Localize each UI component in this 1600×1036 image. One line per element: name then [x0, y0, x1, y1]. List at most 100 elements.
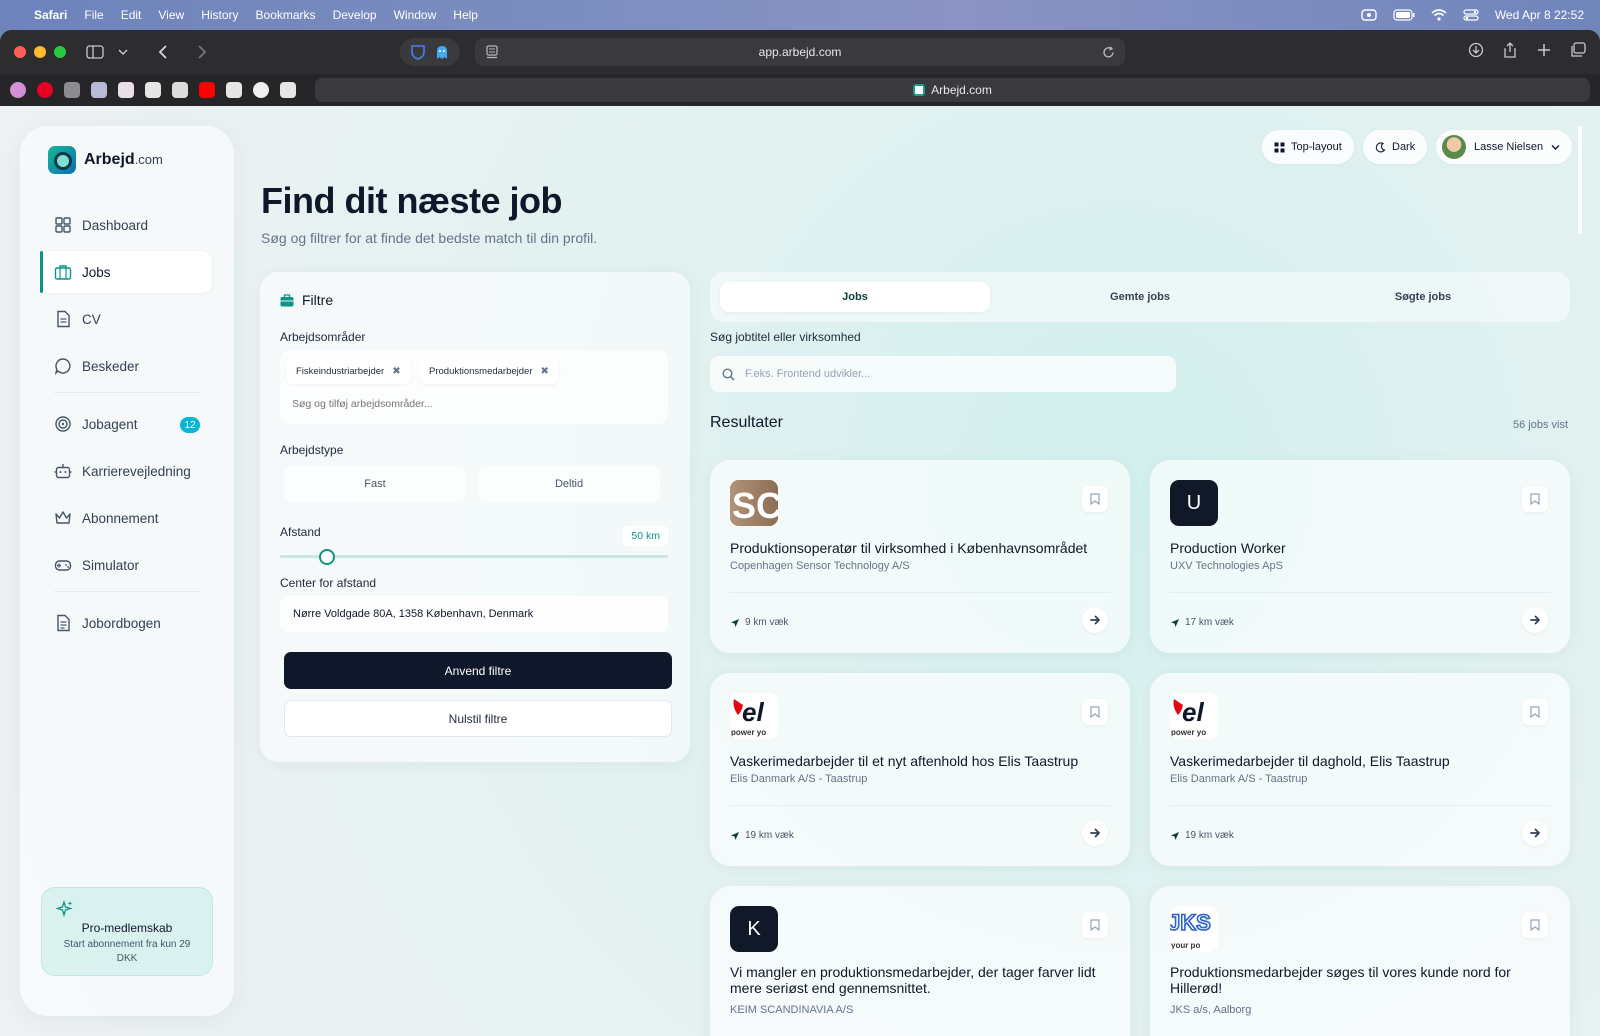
dark-mode-toggle[interactable]: Dark [1363, 130, 1428, 164]
job-card[interactable]: U Production Worker UXV Technologies ApS… [1150, 460, 1570, 653]
job-title[interactable]: Produktionsoperatør til virksomhed i Køb… [730, 540, 1110, 556]
scrollbar[interactable] [1578, 126, 1582, 234]
tab-jobs[interactable]: Jobs [720, 282, 990, 312]
share-icon[interactable] [1502, 42, 1518, 58]
control-center-icon[interactable] [1463, 9, 1479, 21]
job-card[interactable]: JKS your po Produktionsmedarbejder søges… [1150, 886, 1570, 1036]
area-tag[interactable]: Produktionsmedarbejder ✖ [419, 358, 559, 384]
bookmark-button[interactable] [1082, 912, 1108, 938]
apply-filters-button[interactable]: Anvend filtre [284, 652, 672, 689]
favorite-site-icon[interactable] [118, 82, 134, 98]
bitwarden-shield-icon[interactable] [410, 44, 426, 60]
menubar-datetime[interactable]: Wed Apr 8 22:52 [1495, 8, 1584, 22]
battery-icon[interactable] [1393, 9, 1415, 21]
open-job-button[interactable] [1082, 607, 1108, 633]
favorite-dribbble-icon[interactable] [10, 82, 26, 98]
job-card[interactable]: el power yo Vaskerimedarbejder til dagho… [1150, 673, 1570, 866]
favorite-youtube-icon[interactable] [199, 82, 215, 98]
favorite-ghost-icon[interactable] [91, 82, 107, 98]
favorite-github-icon[interactable] [253, 82, 269, 98]
chevron-down-icon[interactable] [118, 48, 128, 56]
favorite-tool-icon[interactable] [280, 82, 296, 98]
address-bar[interactable]: app.arbejd.com [475, 38, 1125, 66]
sidebar-item-jobordbogen[interactable]: Jobordbogen [42, 602, 212, 644]
sidebar-item-abonnement[interactable]: Abonnement [42, 497, 212, 539]
close-window-button[interactable] [14, 46, 26, 58]
open-job-button[interactable] [1522, 607, 1548, 633]
menu-bookmarks[interactable]: Bookmarks [256, 8, 316, 22]
forward-button-icon[interactable] [192, 42, 212, 62]
favorite-producthunt-icon[interactable] [64, 82, 80, 98]
results-title: Resultater [710, 414, 783, 431]
sidebar-item-cv[interactable]: CV [42, 298, 212, 340]
user-menu-button[interactable]: Lasse Nielsen [1436, 130, 1573, 164]
top-layout-button[interactable]: Top-layout [1262, 130, 1354, 164]
menu-history[interactable]: History [201, 8, 238, 22]
tab-sogte-jobs[interactable]: Søgte jobs [1288, 282, 1558, 312]
distance-slider-handle[interactable] [318, 549, 335, 565]
bookmark-button[interactable] [1522, 699, 1548, 725]
search-field[interactable] [710, 356, 1176, 392]
areas-tag-input[interactable]: Fiskeindustriarbejder ✖ Produktionsmedar… [280, 350, 668, 424]
menu-view[interactable]: View [158, 8, 184, 22]
tab-overview-icon[interactable] [1570, 42, 1586, 58]
search-icon [722, 367, 735, 381]
download-icon[interactable] [1468, 42, 1484, 58]
favorite-doc-icon[interactable] [226, 82, 242, 98]
bookmark-button[interactable] [1082, 699, 1108, 725]
areas-search-input[interactable] [292, 398, 652, 410]
remove-tag-icon[interactable]: ✖ [392, 366, 400, 377]
bookmark-button[interactable] [1522, 912, 1548, 938]
job-card[interactable]: SC Produktionsoperatør til virksomhed i … [710, 460, 1130, 653]
sidebar-toggle-icon[interactable] [86, 45, 104, 59]
ghost-extension-icon[interactable] [434, 44, 450, 60]
menu-develop[interactable]: Develop [333, 8, 377, 22]
reset-filters-button[interactable]: Nulstil filtre [284, 700, 672, 737]
menu-help[interactable]: Help [453, 8, 478, 22]
menu-app[interactable]: Safari [34, 8, 67, 22]
sidebar-item-dashboard[interactable]: Dashboard [42, 204, 212, 246]
type-option-fast[interactable]: Fast [284, 466, 466, 502]
sidebar-item-simulator[interactable]: Simulator [42, 544, 212, 586]
search-input[interactable] [745, 368, 1165, 380]
sidebar-item-beskeder[interactable]: Beskeder [42, 345, 212, 387]
menu-edit[interactable]: Edit [121, 8, 142, 22]
menu-window[interactable]: Window [394, 8, 437, 22]
minimize-window-button[interactable] [34, 46, 46, 58]
job-card[interactable]: el power yo Vaskerimedarbejder til et ny… [710, 673, 1130, 866]
screen-mirror-icon[interactable] [1361, 9, 1377, 21]
job-title[interactable]: Production Worker [1170, 540, 1550, 556]
sidebar-item-karrierevejledning[interactable]: Karrierevejledning [42, 450, 212, 492]
bookmark-button[interactable] [1522, 486, 1548, 512]
favorite-page-icon[interactable] [172, 82, 188, 98]
job-distance-text: 19 km væk [1185, 830, 1234, 841]
open-job-button[interactable] [1522, 820, 1548, 846]
job-title[interactable]: Produktionsmedarbejder søges til vores k… [1170, 964, 1550, 996]
back-button-icon[interactable] [150, 42, 178, 62]
new-tab-icon[interactable] [1536, 42, 1552, 58]
area-tag[interactable]: Fiskeindustriarbejder ✖ [286, 358, 411, 384]
center-address-input[interactable]: Nørre Voldgade 80A, 1358 København, Denm… [280, 596, 668, 632]
logo[interactable]: Arbejd.com [48, 146, 163, 174]
favorite-grid-icon[interactable] [145, 82, 161, 98]
type-option-deltid[interactable]: Deltid [478, 466, 660, 502]
distance-slider-track[interactable] [280, 555, 668, 558]
reload-icon[interactable] [1102, 45, 1115, 59]
tab-gemte-jobs[interactable]: Gemte jobs [1005, 282, 1275, 312]
wifi-icon[interactable] [1431, 9, 1447, 21]
active-tab[interactable]: Arbejd.com [315, 78, 1590, 102]
favorite-pinterest-icon[interactable] [37, 82, 53, 98]
menu-file[interactable]: File [84, 8, 103, 22]
bookmark-button[interactable] [1082, 486, 1108, 512]
job-title[interactable]: Vaskerimedarbejder til daghold, Elis Taa… [1170, 753, 1550, 769]
job-title[interactable]: Vi mangler en produktionsmedarbejder, de… [730, 964, 1110, 996]
reader-view-icon[interactable] [485, 45, 499, 59]
job-card[interactable]: K Vi mangler en produktionsmedarbejder, … [710, 886, 1130, 1036]
sidebar-item-jobagent[interactable]: Jobagent 12 [42, 403, 212, 445]
open-job-button[interactable] [1082, 820, 1108, 846]
zoom-window-button[interactable] [54, 46, 66, 58]
job-title[interactable]: Vaskerimedarbejder til et nyt aftenhold … [730, 753, 1110, 769]
remove-tag-icon[interactable]: ✖ [541, 366, 549, 377]
pro-membership-card[interactable]: Pro-medlemskab Start abonnement fra kun … [41, 887, 213, 976]
sidebar-item-jobs[interactable]: Jobs [40, 251, 212, 293]
